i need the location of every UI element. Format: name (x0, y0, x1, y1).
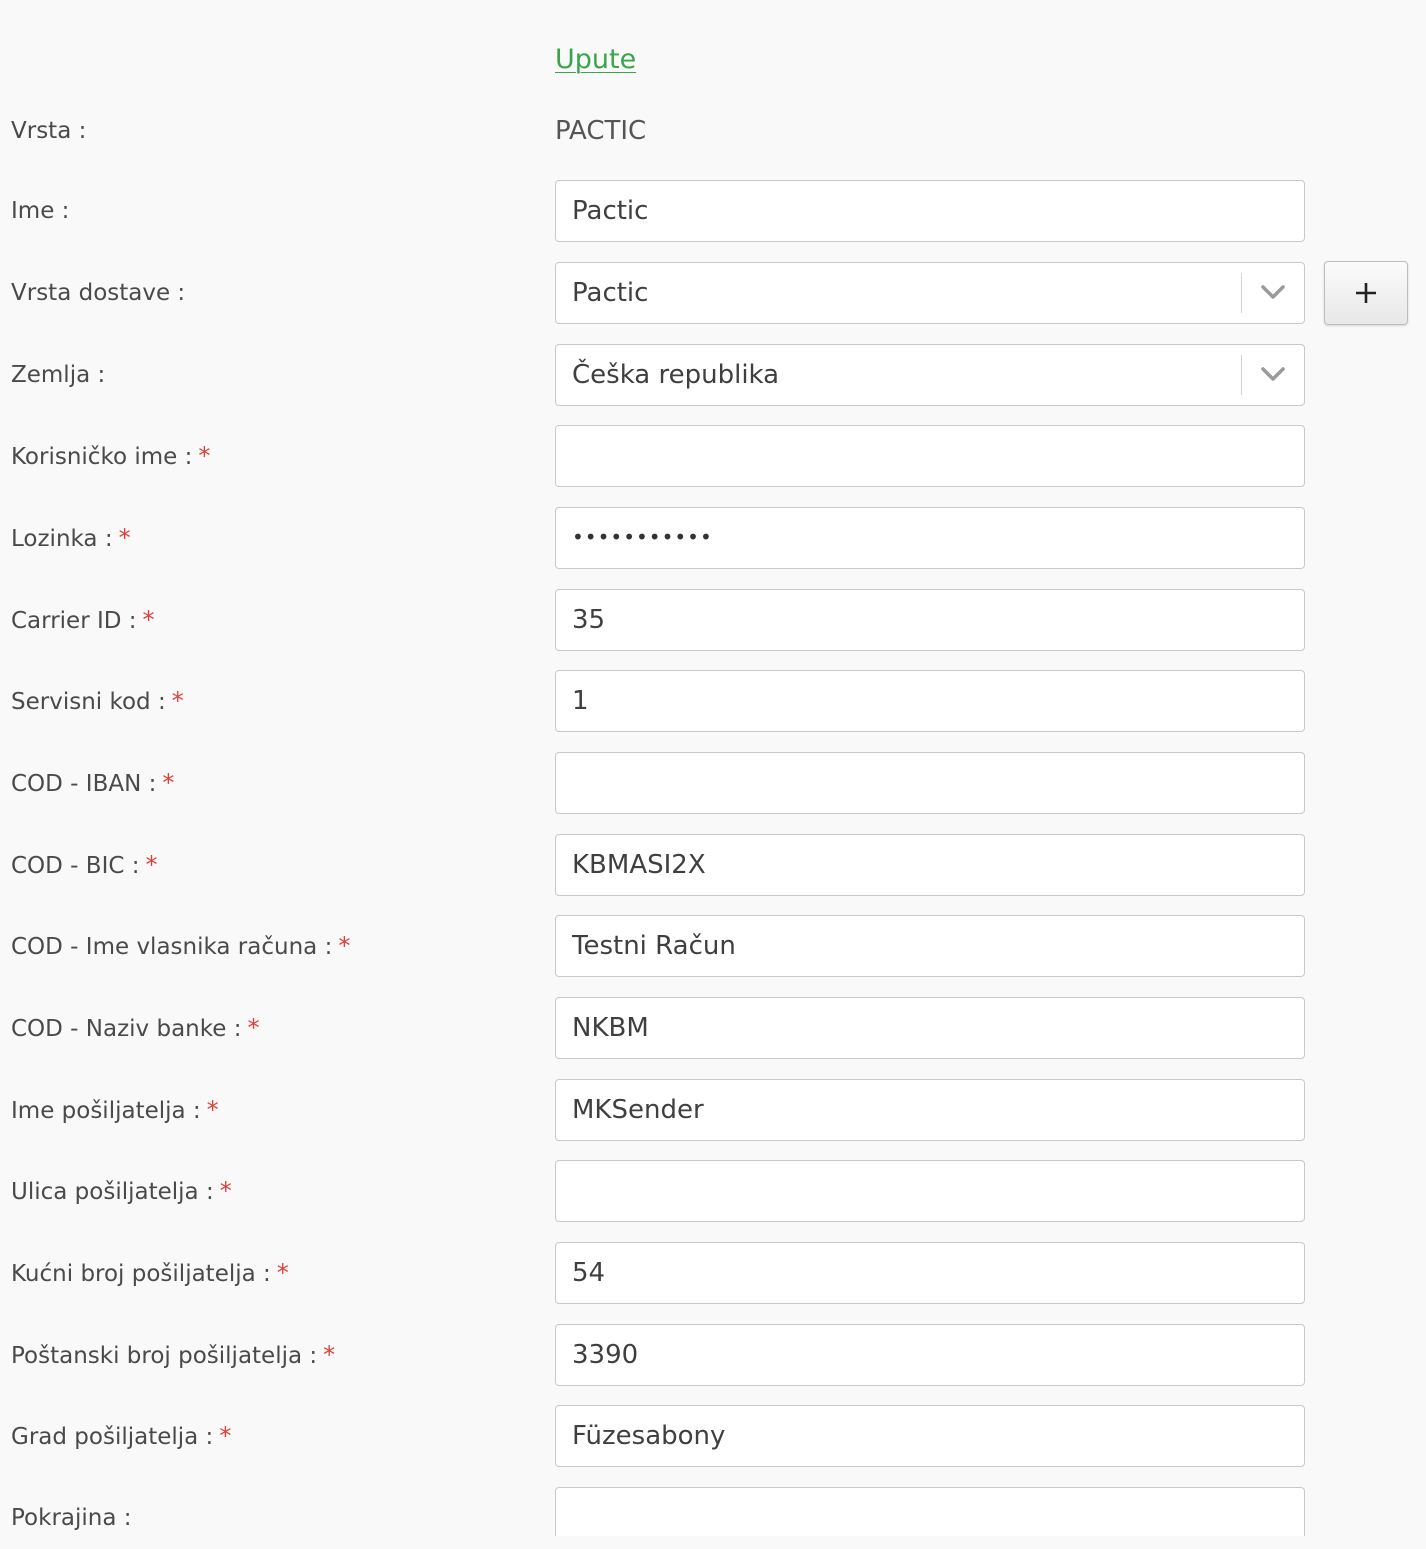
required-marker: * (219, 1422, 232, 1450)
required-marker: * (247, 1014, 260, 1042)
vrsta-label: Vrsta : (11, 118, 87, 144)
select-divider (1241, 273, 1242, 313)
pokrajina-label: Pokrajina : (11, 1505, 132, 1531)
cod-ime-vlasnika-field-wrapper (555, 915, 1305, 977)
chevron-down-icon (1261, 285, 1285, 299)
row-grad-posiljatelja: Grad pošiljatelja : * (0, 1405, 1426, 1467)
servisni-kod-label: Servisni kod : * (11, 687, 184, 715)
row-pokrajina: Pokrajina : (0, 1487, 1426, 1549)
pokrajina-input[interactable] (556, 1488, 1304, 1536)
cod-bic-field-wrapper (555, 834, 1305, 896)
row-korisnicko-ime: Korisničko ime : * (0, 425, 1426, 487)
ime-label: Ime : (11, 198, 70, 224)
instructions-link[interactable]: Upute (555, 44, 636, 75)
carrier-id-label: Carrier ID : * (11, 606, 155, 634)
required-marker: * (276, 1259, 289, 1287)
row-servisni-kod: Servisni kod : * (0, 670, 1426, 732)
required-marker: * (219, 1177, 232, 1205)
postanski-broj-field-wrapper (555, 1324, 1305, 1386)
cod-bic-label: COD - BIC : * (11, 851, 158, 879)
row-cod-naziv-banke: COD - Naziv banke : * (0, 997, 1426, 1059)
select-divider (1241, 355, 1242, 395)
required-marker: * (142, 606, 155, 634)
row-ime: Ime : (0, 180, 1426, 242)
ime-posiljatelja-field-wrapper (555, 1079, 1305, 1141)
kucni-broj-input[interactable] (556, 1243, 1304, 1303)
korisnicko-ime-label: Korisničko ime : * (11, 442, 211, 470)
lozinka-label: Lozinka : * (11, 524, 131, 552)
cod-bic-input[interactable] (556, 835, 1304, 895)
postanski-broj-input[interactable] (556, 1325, 1304, 1385)
kucni-broj-label: Kućni broj pošiljatelja : * (11, 1259, 289, 1287)
cod-iban-label: COD - IBAN : * (11, 769, 175, 797)
ulica-posiljatelja-field-wrapper (555, 1160, 1305, 1222)
row-kucni-broj: Kućni broj pošiljatelja : * (0, 1242, 1426, 1304)
password-mask: ••••••••••• (572, 525, 713, 549)
cod-ime-vlasnika-label: COD - Ime vlasnika računa : * (11, 932, 351, 960)
korisnicko-ime-field-wrapper (555, 425, 1305, 487)
pokrajina-field-wrapper (555, 1487, 1305, 1536)
help-link-row: Upute (555, 40, 636, 80)
row-cod-ime-vlasnika: COD - Ime vlasnika računa : * (0, 915, 1426, 977)
row-cod-bic: COD - BIC : * (0, 834, 1426, 896)
required-marker: * (198, 442, 211, 470)
ulica-posiljatelja-label: Ulica pošiljatelja : * (11, 1177, 232, 1205)
vrsta-dostave-selected: Pactic (572, 278, 649, 308)
grad-posiljatelja-field-wrapper (555, 1405, 1305, 1467)
required-marker: * (145, 851, 158, 879)
row-vrsta: Vrsta : PACTIC (0, 100, 1426, 162)
cod-naziv-banke-label: COD - Naziv banke : * (11, 1014, 260, 1042)
vrsta-dostave-select[interactable]: Pactic (555, 262, 1305, 324)
zemlja-selected: Češka republika (572, 360, 780, 390)
required-marker: * (206, 1096, 219, 1124)
required-marker: * (171, 687, 184, 715)
ime-posiljatelja-label: Ime pošiljatelja : * (11, 1096, 219, 1124)
row-vrsta-dostave: Vrsta dostave : Pactic (0, 261, 1426, 325)
chevron-down-icon (1261, 367, 1285, 381)
row-ime-posiljatelja: Ime pošiljatelja : * (0, 1079, 1426, 1141)
ime-field-wrapper (555, 180, 1305, 242)
required-marker: * (338, 932, 351, 960)
ime-posiljatelja-input[interactable] (556, 1080, 1304, 1140)
korisnicko-ime-input[interactable] (556, 426, 1304, 486)
zemlja-label: Zemlja : (11, 362, 106, 388)
required-marker: * (162, 769, 175, 797)
required-marker: * (323, 1341, 336, 1369)
row-ulica-posiljatelja: Ulica pošiljatelja : * (0, 1160, 1426, 1222)
carrier-id-field-wrapper (555, 589, 1305, 651)
row-zemlja: Zemlja : Češka republika (0, 344, 1426, 406)
row-carrier-id: Carrier ID : * (0, 589, 1426, 651)
cod-iban-field-wrapper (555, 752, 1305, 814)
add-delivery-type-button[interactable] (1324, 261, 1408, 325)
grad-posiljatelja-label: Grad pošiljatelja : * (11, 1422, 232, 1450)
row-cod-iban: COD - IBAN : * (0, 752, 1426, 814)
servisni-kod-input[interactable] (556, 671, 1304, 731)
grad-posiljatelja-input[interactable] (556, 1406, 1304, 1466)
row-lozinka: Lozinka : * ••••••••••• (0, 507, 1426, 569)
required-marker: * (118, 524, 131, 552)
plus-icon (1356, 283, 1376, 303)
row-postanski-broj: Poštanski broj pošiljatelja : * (0, 1324, 1426, 1386)
zemlja-select[interactable]: Češka republika (555, 344, 1305, 406)
vrsta-value: PACTIC (555, 116, 647, 146)
carrier-id-input[interactable] (556, 590, 1304, 650)
vrsta-dostave-label: Vrsta dostave : (11, 280, 186, 306)
cod-ime-vlasnika-input[interactable] (556, 916, 1304, 976)
ulica-posiljatelja-input[interactable] (556, 1161, 1304, 1221)
cod-naziv-banke-field-wrapper (555, 997, 1305, 1059)
cod-iban-input[interactable] (556, 753, 1304, 813)
kucni-broj-field-wrapper (555, 1242, 1305, 1304)
postanski-broj-label: Poštanski broj pošiljatelja : * (11, 1341, 336, 1369)
cod-naziv-banke-input[interactable] (556, 998, 1304, 1058)
ime-input[interactable] (556, 181, 1304, 241)
servisni-kod-field-wrapper (555, 670, 1305, 732)
lozinka-input[interactable]: ••••••••••• (555, 507, 1305, 569)
